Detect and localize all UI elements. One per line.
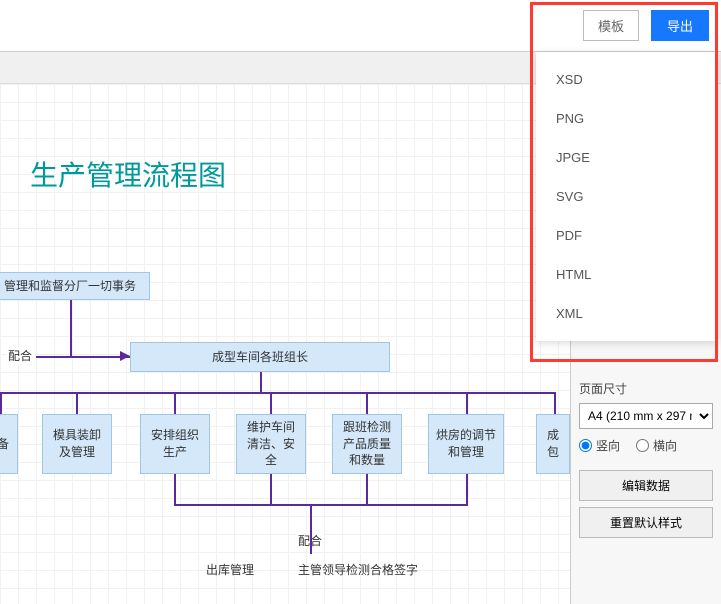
export-option-svg[interactable]: SVG — [536, 177, 718, 216]
connector — [70, 300, 72, 356]
orientation-group: 竖向 横向 — [579, 437, 713, 454]
label-peihe-top: 配合 — [6, 347, 34, 364]
connector — [270, 474, 272, 504]
orientation-portrait[interactable]: 竖向 — [579, 437, 620, 454]
landscape-radio[interactable] — [636, 439, 649, 452]
diagram-canvas[interactable]: 生产管理流程图 管理和监督分厂一切事务 成型车间各班组长 配合 备 模具装卸及管… — [0, 84, 570, 604]
edit-data-button[interactable]: 编辑数据 — [579, 470, 713, 501]
connector — [174, 392, 176, 414]
export-dropdown: XSD PNG JPGE SVG PDF HTML XML — [536, 52, 718, 341]
connector — [466, 474, 468, 504]
connector — [174, 474, 176, 504]
portrait-radio[interactable] — [579, 439, 592, 452]
connector — [260, 372, 262, 392]
connector — [366, 474, 368, 504]
page-size-label: 页面尺寸 — [579, 380, 713, 397]
landscape-label: 横向 — [653, 437, 677, 454]
export-button[interactable]: 导出 — [651, 10, 709, 41]
node-mold[interactable]: 模具装卸及管理 — [42, 414, 112, 474]
node-arrange[interactable]: 安排组织生产 — [140, 414, 210, 474]
page-size-select[interactable]: A4 (210 mm x 297 m — [579, 403, 713, 429]
export-option-html[interactable]: HTML — [536, 255, 718, 294]
node-drying[interactable]: 烘房的调节和管理 — [428, 414, 504, 474]
arrow-icon — [120, 351, 130, 361]
top-toolbar: 模板 导出 — [0, 0, 721, 52]
connector — [174, 504, 468, 506]
orientation-landscape[interactable]: 横向 — [636, 437, 677, 454]
node-maintain[interactable]: 维护车间清洁、安全 — [236, 414, 306, 474]
diagram-title: 生产管理流程图 — [30, 154, 226, 194]
export-option-jpge[interactable]: JPGE — [536, 138, 718, 177]
node-team-leader[interactable]: 成型车间各班组长 — [130, 342, 390, 372]
connector — [270, 392, 272, 414]
connector — [310, 504, 312, 554]
node-prep[interactable]: 备 — [0, 414, 18, 474]
connector — [0, 392, 2, 414]
side-panel: 页面尺寸 A4 (210 mm x 297 m 竖向 横向 编辑数据 重置默认样… — [570, 370, 721, 604]
connector — [466, 392, 468, 414]
connector — [76, 392, 78, 414]
node-sign[interactable]: 主管领导检测合格签字 — [278, 558, 438, 582]
connector — [36, 356, 130, 358]
export-option-pdf[interactable]: PDF — [536, 216, 718, 255]
node-outbound[interactable]: 出库管理 — [190, 558, 270, 582]
export-option-xsd[interactable]: XSD — [536, 60, 718, 99]
node-pack[interactable]: 成包 — [536, 414, 570, 474]
portrait-label: 竖向 — [596, 437, 620, 454]
export-option-xml[interactable]: XML — [536, 294, 718, 333]
reset-style-button[interactable]: 重置默认样式 — [579, 507, 713, 538]
export-option-png[interactable]: PNG — [536, 99, 718, 138]
connector — [554, 392, 556, 414]
connector — [0, 392, 556, 394]
template-button[interactable]: 模板 — [583, 10, 639, 41]
connector — [366, 392, 368, 414]
node-inspect[interactable]: 跟班检测产品质量和数量 — [332, 414, 402, 474]
node-manage[interactable]: 管理和监督分厂一切事务 — [0, 272, 150, 300]
